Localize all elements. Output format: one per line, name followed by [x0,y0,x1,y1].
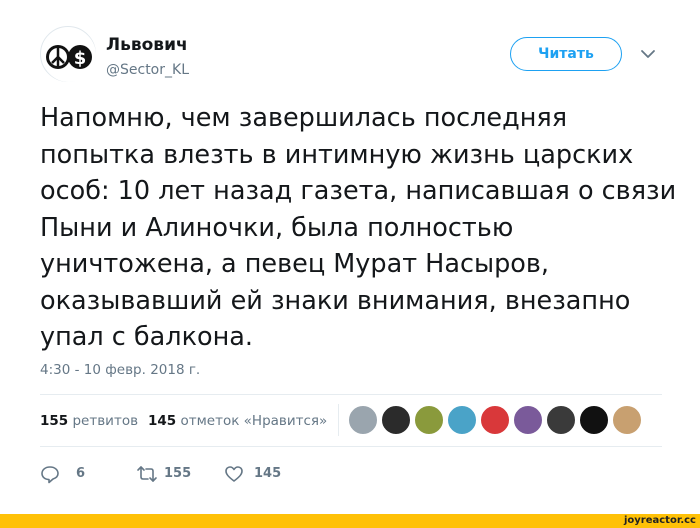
stats-separator [338,404,339,436]
svg-text:$: $ [74,48,87,69]
liker-avatar-2[interactable] [381,405,411,435]
site-footer-bar: joyreactor.cc [0,514,700,528]
liker-avatar-1[interactable] [348,405,378,435]
likes-stat[interactable]: 145 отметок «Нравится» [148,413,327,429]
site-watermark[interactable]: joyreactor.cc [624,514,696,528]
retweets-count: 155 [40,413,69,429]
follow-button[interactable]: Читать [510,37,622,71]
liker-avatar-6[interactable] [513,405,543,435]
retweets-stat[interactable]: 155 ретвитов [40,413,138,429]
retweet-icon [137,466,157,482]
heart-icon [225,466,243,482]
liker-avatar-9[interactable] [612,405,642,435]
reply-count: 6 [76,466,86,481]
tweet-header: $ Львович @Sector_KL Читать [40,26,680,86]
liker-avatar-4[interactable] [447,405,477,435]
tweet-text: Напомню, чем завершилась последняя попыт… [40,103,677,352]
retweets-label: ретвитов [72,413,139,429]
chevron-down-icon[interactable] [638,44,658,64]
user-handle[interactable]: @Sector_KL [106,62,189,78]
divider [40,446,662,447]
like-count: 145 [254,466,282,481]
display-name[interactable]: Львович [106,35,188,55]
peace-dollar-icon: $ [42,28,96,82]
liker-avatar-7[interactable] [546,405,576,435]
likes-count: 145 [148,413,177,429]
user-avatar[interactable]: $ [40,26,96,82]
tweet-stats: 155 ретвитов 145 отметок «Нравится» [40,396,680,446]
liker-avatar-8[interactable] [579,405,609,435]
retweet-count: 155 [164,466,192,481]
tweet-timestamp[interactable]: 4:30 - 10 февр. 2018 г. [40,362,200,378]
likes-label: отметок «Нравится» [180,413,328,429]
divider [40,394,662,395]
liker-avatar-3[interactable] [414,405,444,435]
reply-icon [41,466,59,484]
liker-avatar-5[interactable] [480,405,510,435]
tweet-actions: 6 155 145 [40,460,680,488]
